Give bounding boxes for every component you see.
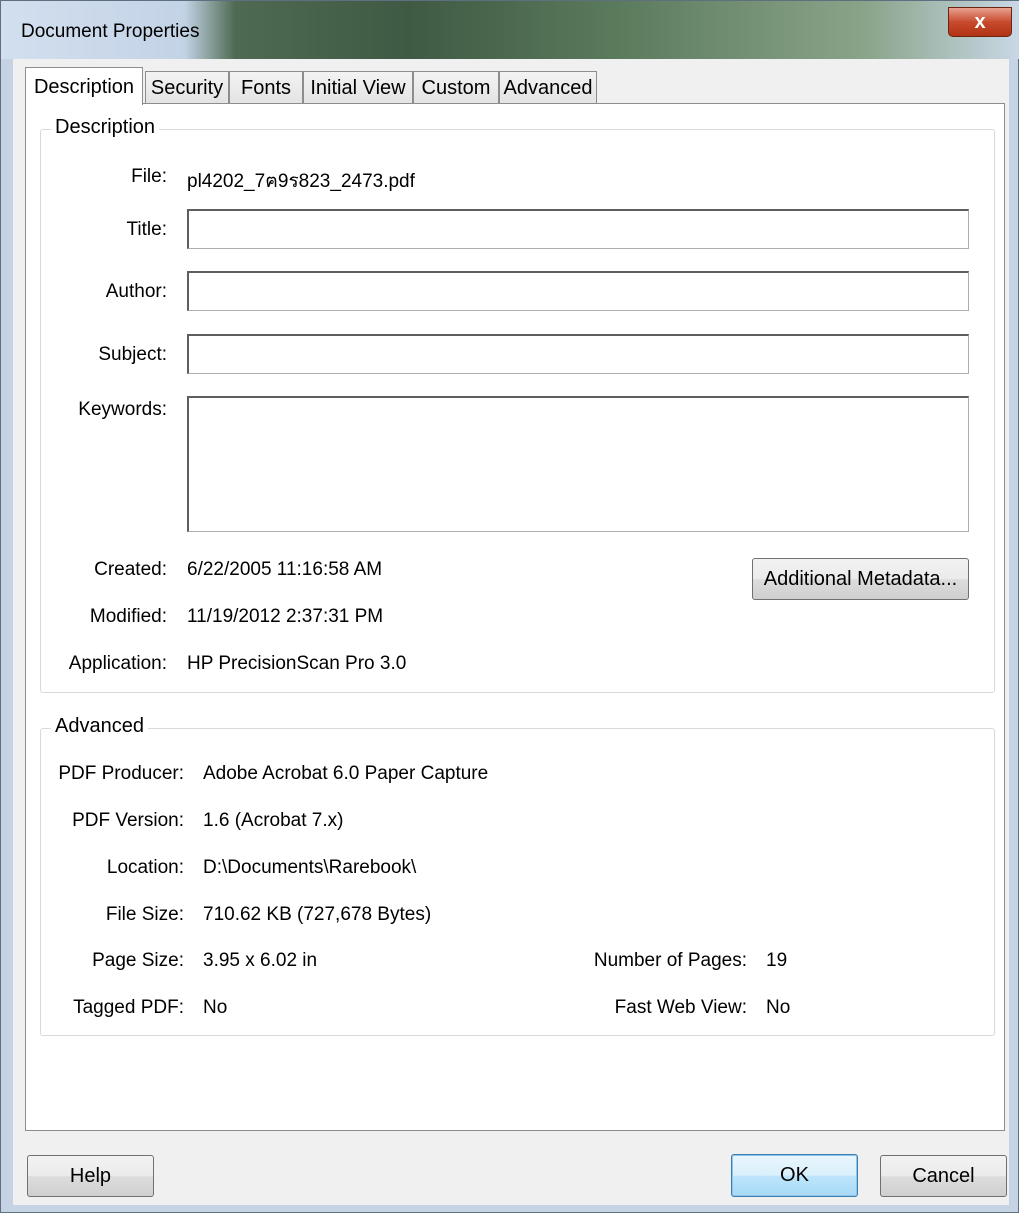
file-value: pl4202_7ฅ9ร823_2473.pdf <box>187 171 415 192</box>
title-bar[interactable]: Document Properties x <box>1 1 1019 59</box>
file-size-label: File Size: <box>105 904 184 925</box>
file-size-value: 710.62 KB (727,678 Bytes) <box>203 904 432 925</box>
modified-value: 11/19/2012 2:37:31 PM <box>187 606 384 627</box>
cancel-button[interactable]: Cancel <box>880 1155 1007 1197</box>
tab-security[interactable]: Security <box>145 71 229 103</box>
pdf-version-value: 1.6 (Acrobat 7.x) <box>203 810 344 831</box>
author-label: Author: <box>105 281 167 302</box>
pdf-producer-label: PDF Producer: <box>58 763 184 784</box>
close-icon: x <box>974 11 986 33</box>
file-label: File: <box>131 166 167 187</box>
created-value: 6/22/2005 11:16:58 AM <box>187 559 383 580</box>
location-label: Location: <box>106 857 184 878</box>
window-title: Document Properties <box>21 21 200 42</box>
title-field[interactable] <box>187 209 969 249</box>
description-group: Description File: pl4202_7ฅ9ร823_2473.pd… <box>40 116 995 693</box>
location-value: D:\Documents\Rarebook\ <box>203 857 417 878</box>
help-button[interactable]: Help <box>27 1155 154 1197</box>
subject-field[interactable] <box>187 334 969 374</box>
tagged-pdf-label: Tagged PDF: <box>73 997 184 1018</box>
page-size-value: 3.95 x 6.02 in <box>203 950 318 971</box>
page-size-label: Page Size: <box>92 950 184 971</box>
pdf-producer-value: Adobe Acrobat 6.0 Paper Capture <box>203 763 489 784</box>
advanced-group: Advanced PDF Producer: Adobe Acrobat 6.0… <box>40 715 995 1036</box>
ok-button[interactable]: OK <box>731 1154 858 1197</box>
advanced-group-label: Advanced <box>51 715 148 738</box>
created-label: Created: <box>94 559 167 580</box>
keywords-field[interactable] <box>187 396 969 532</box>
tab-fonts[interactable]: Fonts <box>229 71 303 103</box>
title-label: Title: <box>126 219 167 240</box>
dialog-client-area: Description Security Fonts Initial View … <box>13 59 1009 1205</box>
modified-label: Modified: <box>89 606 167 627</box>
number-of-pages-value: 19 <box>766 950 788 971</box>
additional-metadata-button[interactable]: Additional Metadata... <box>752 558 969 600</box>
close-button[interactable]: x <box>948 7 1012 37</box>
application-value: HP PrecisionScan Pro 3.0 <box>187 653 407 674</box>
author-field[interactable] <box>187 271 969 311</box>
tab-advanced[interactable]: Advanced <box>499 71 597 103</box>
fast-web-view-label: Fast Web View: <box>614 997 747 1018</box>
tagged-pdf-value: No <box>203 997 228 1018</box>
keywords-label: Keywords: <box>78 399 167 420</box>
tab-initial-view[interactable]: Initial View <box>303 71 413 103</box>
subject-label: Subject: <box>98 344 167 365</box>
application-label: Application: <box>68 653 167 674</box>
description-group-label: Description <box>51 116 160 139</box>
description-tab-panel: Description File: pl4202_7ฅ9ร823_2473.pd… <box>25 103 1005 1131</box>
document-properties-dialog: Document Properties x Description Securi… <box>0 0 1019 1213</box>
tab-description[interactable]: Description <box>25 67 143 105</box>
fast-web-view-value: No <box>766 997 791 1018</box>
number-of-pages-label: Number of Pages: <box>593 950 747 971</box>
pdf-version-label: PDF Version: <box>72 810 184 831</box>
tab-custom[interactable]: Custom <box>413 71 499 103</box>
